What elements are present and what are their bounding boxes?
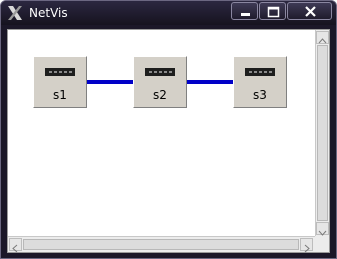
vertical-scrollbar[interactable] [315, 30, 329, 236]
network-canvas[interactable]: s1 s2 s3 [8, 30, 315, 236]
close-icon [305, 6, 316, 17]
close-button[interactable] [287, 2, 332, 20]
arrow-left-icon [12, 244, 18, 253]
scroll-down-button[interactable] [316, 222, 329, 236]
vertical-scroll-thumb[interactable] [317, 45, 328, 221]
minimize-button[interactable] [231, 2, 258, 20]
switch-node-s3[interactable]: s3 [233, 56, 287, 108]
node-label: s3 [253, 88, 267, 102]
switch-port-icon [245, 68, 275, 76]
scrollbar-corner [315, 236, 329, 252]
scroll-left-button[interactable] [9, 238, 22, 253]
scroll-right-button[interactable] [300, 238, 313, 253]
horizontal-scrollbar[interactable] [8, 236, 315, 253]
window-title: NetVis [29, 6, 68, 20]
window-controls [230, 2, 332, 22]
maximize-icon [267, 6, 280, 18]
title-bar[interactable]: NetVis [1, 1, 336, 25]
switch-port-icon [45, 68, 75, 76]
link-s2-s3 [187, 80, 234, 84]
maximize-button[interactable] [259, 2, 286, 20]
minimize-icon [241, 13, 250, 16]
netvis-window: NetVis s1 s2 s3 [0, 0, 337, 259]
scroll-up-button[interactable] [316, 31, 329, 44]
switch-port-icon [145, 68, 175, 76]
x-logo-icon [8, 6, 22, 20]
node-label: s2 [153, 88, 167, 102]
switch-node-s2[interactable]: s2 [133, 56, 187, 108]
switch-node-s1[interactable]: s1 [33, 56, 87, 108]
node-label: s1 [53, 88, 67, 102]
horizontal-scroll-thumb[interactable] [23, 239, 299, 250]
client-area: s1 s2 s3 [7, 29, 330, 253]
arrow-right-icon [304, 244, 310, 253]
link-s1-s2 [87, 80, 134, 84]
